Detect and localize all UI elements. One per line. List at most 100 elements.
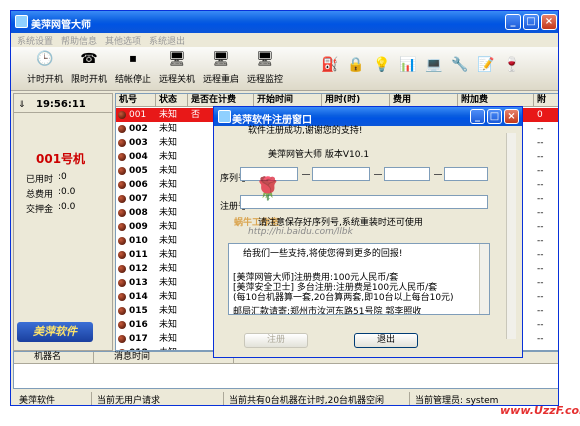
menu-other[interactable]: 其他选项 bbox=[105, 34, 141, 47]
machine-label: 001号机 bbox=[36, 152, 86, 166]
computer-status-icon bbox=[118, 111, 126, 119]
status-bar: 美萍软件 当前无用户请求 当前共有0台机器在计时,20台机器空闲 当前管理员: … bbox=[11, 391, 558, 406]
cell-id: 009 bbox=[129, 222, 148, 232]
remote-restart-button[interactable]: 🖥 远程重启 bbox=[201, 49, 241, 85]
serial-field-3[interactable] bbox=[384, 167, 430, 181]
close-button[interactable]: × bbox=[541, 14, 557, 30]
used-time-label: 已用时 bbox=[26, 175, 54, 185]
status-machines: 当前共有0台机器在计时,20台机器空闲 bbox=[229, 396, 385, 406]
computer-status-icon bbox=[118, 335, 126, 343]
cell-id: 012 bbox=[129, 264, 148, 274]
menu-system-settings[interactable]: 系统设置 bbox=[17, 34, 53, 47]
cell-status: 未知 bbox=[159, 292, 178, 302]
computer-status-icon bbox=[118, 209, 126, 217]
col-header-id[interactable]: 机号 bbox=[116, 94, 156, 107]
computer-status-icon bbox=[118, 125, 126, 133]
phone-icon: ☎ bbox=[80, 51, 98, 67]
limited-start-button[interactable]: ☎ 限时开机 bbox=[69, 49, 109, 85]
exit-button[interactable]: 退出 bbox=[354, 333, 418, 348]
computer-status-icon bbox=[118, 307, 126, 315]
cell-more: -- bbox=[537, 292, 544, 302]
cell-more: -- bbox=[537, 222, 544, 232]
lightbulb-icon[interactable]: 💡 bbox=[373, 57, 390, 73]
dialog-minimize-button[interactable]: _ bbox=[470, 109, 485, 124]
gas-pump-icon[interactable]: ⛽ bbox=[321, 57, 338, 73]
memo-scrollbar[interactable] bbox=[479, 244, 489, 314]
cell-more: -- bbox=[537, 180, 544, 190]
msg-col-machine[interactable]: 机器名 bbox=[14, 352, 94, 364]
site-watermark: www.UzzF.com bbox=[500, 404, 580, 417]
monitor-icon: 🖥 bbox=[256, 51, 274, 67]
memo-line-1: 给我们一些支持,将使您得到更多的回报! bbox=[243, 249, 403, 259]
cell-more: -- bbox=[537, 208, 544, 218]
tools-icon[interactable]: 🔧 bbox=[451, 57, 468, 73]
deposit-value: :0.0 bbox=[58, 202, 76, 212]
cell-id: 010 bbox=[129, 236, 148, 246]
register-dialog: 美萍软件注册窗口 _ □ × 软件注册成功,谢谢您的支持! 美萍网管大师 版本V… bbox=[213, 106, 523, 358]
cell-more: -- bbox=[537, 194, 544, 204]
cell-id: 006 bbox=[129, 180, 148, 190]
chart-icon[interactable]: 📊 bbox=[399, 57, 416, 73]
total-fee-value: :0.0 bbox=[58, 187, 76, 197]
arrow-down-icon: ⇓ bbox=[18, 100, 26, 110]
cell-more: -- bbox=[537, 320, 544, 330]
cell-status: 未知 bbox=[159, 208, 178, 218]
used-time-value: :0 bbox=[58, 172, 67, 182]
window-title: 美萍网管大师 bbox=[31, 20, 91, 31]
note-icon[interactable]: 📝 bbox=[477, 57, 494, 73]
timed-start-button[interactable]: 🕒 计时开机 bbox=[25, 49, 65, 85]
cell-id: 013 bbox=[129, 278, 148, 288]
computer-status-icon bbox=[118, 321, 126, 329]
dialog-maximize-button[interactable]: □ bbox=[487, 109, 502, 124]
serial-field-2[interactable] bbox=[312, 167, 370, 181]
shutdown-icon: 🖥 bbox=[168, 51, 186, 67]
main-titlebar[interactable]: 美萍网管大师 _ □ × bbox=[11, 11, 558, 33]
remote-shutdown-button[interactable]: 🖥 远程关机 bbox=[157, 49, 197, 85]
cell-id: 001 bbox=[129, 110, 147, 120]
cell-id: 015 bbox=[129, 306, 148, 316]
status-user: 当前无用户请求 bbox=[97, 396, 161, 406]
cell-more: -- bbox=[537, 250, 544, 260]
machine-info-panel: ⇓ 19:56:11 001号机 已用时 :0 总费用 :0.0 交押金 :0.… bbox=[13, 93, 113, 351]
drinks-icon[interactable]: 🍷 bbox=[503, 57, 520, 73]
computer-icon[interactable]: 💻 bbox=[425, 57, 442, 73]
menu-exit[interactable]: 系统退出 bbox=[149, 34, 185, 47]
app-icon bbox=[15, 15, 28, 28]
checkout-stop-button[interactable]: ⏹ 结帐停止 bbox=[113, 49, 153, 85]
cell-id: 004 bbox=[129, 152, 148, 162]
dialog-scrollbar[interactable] bbox=[506, 133, 516, 339]
info-memo[interactable]: 给我们一些支持,将使您得到更多的回报! [美萍网管大师]注册费用:100元人民币… bbox=[228, 243, 490, 315]
col-header-more[interactable]: 附 bbox=[534, 94, 558, 107]
remote-monitor-button[interactable]: 🖥 远程监控 bbox=[245, 49, 285, 85]
rose-icon: 🌹 bbox=[254, 177, 282, 202]
cell-more: -- bbox=[537, 166, 544, 176]
cell-id: 017 bbox=[129, 334, 148, 344]
cell-more: -- bbox=[537, 278, 544, 288]
cell-status: 未知 bbox=[159, 236, 178, 246]
dialog-close-button[interactable]: × bbox=[504, 109, 519, 124]
status-app: 美萍软件 bbox=[19, 396, 56, 406]
cell-more: -- bbox=[537, 236, 544, 246]
cell-more: -- bbox=[537, 334, 544, 344]
serial-field-4[interactable] bbox=[444, 167, 488, 181]
menu-help[interactable]: 帮助信息 bbox=[61, 34, 97, 47]
maximize-button[interactable]: □ bbox=[523, 14, 539, 30]
minimize-button[interactable]: _ bbox=[505, 14, 521, 30]
computer-status-icon bbox=[118, 223, 126, 231]
cell-more: -- bbox=[537, 264, 544, 274]
cell-id: 014 bbox=[129, 292, 148, 302]
cell-id: 008 bbox=[129, 208, 148, 218]
cell-more: -- bbox=[537, 124, 544, 134]
computer-status-icon bbox=[118, 167, 126, 175]
cell-more: 0 bbox=[537, 110, 543, 120]
dialog-icon bbox=[218, 110, 231, 123]
computer-status-icon bbox=[118, 237, 126, 245]
cell-status: 未知 bbox=[159, 152, 178, 162]
computer-status-icon bbox=[118, 139, 126, 147]
col-header-status[interactable]: 状态 bbox=[156, 94, 188, 107]
lock-icon[interactable]: 🔒 bbox=[347, 57, 364, 73]
computer-status-icon bbox=[118, 181, 126, 189]
register-button[interactable]: 注册 bbox=[244, 333, 308, 348]
computer-status-icon bbox=[118, 293, 126, 301]
clock-display: 19:56:11 bbox=[36, 99, 86, 110]
